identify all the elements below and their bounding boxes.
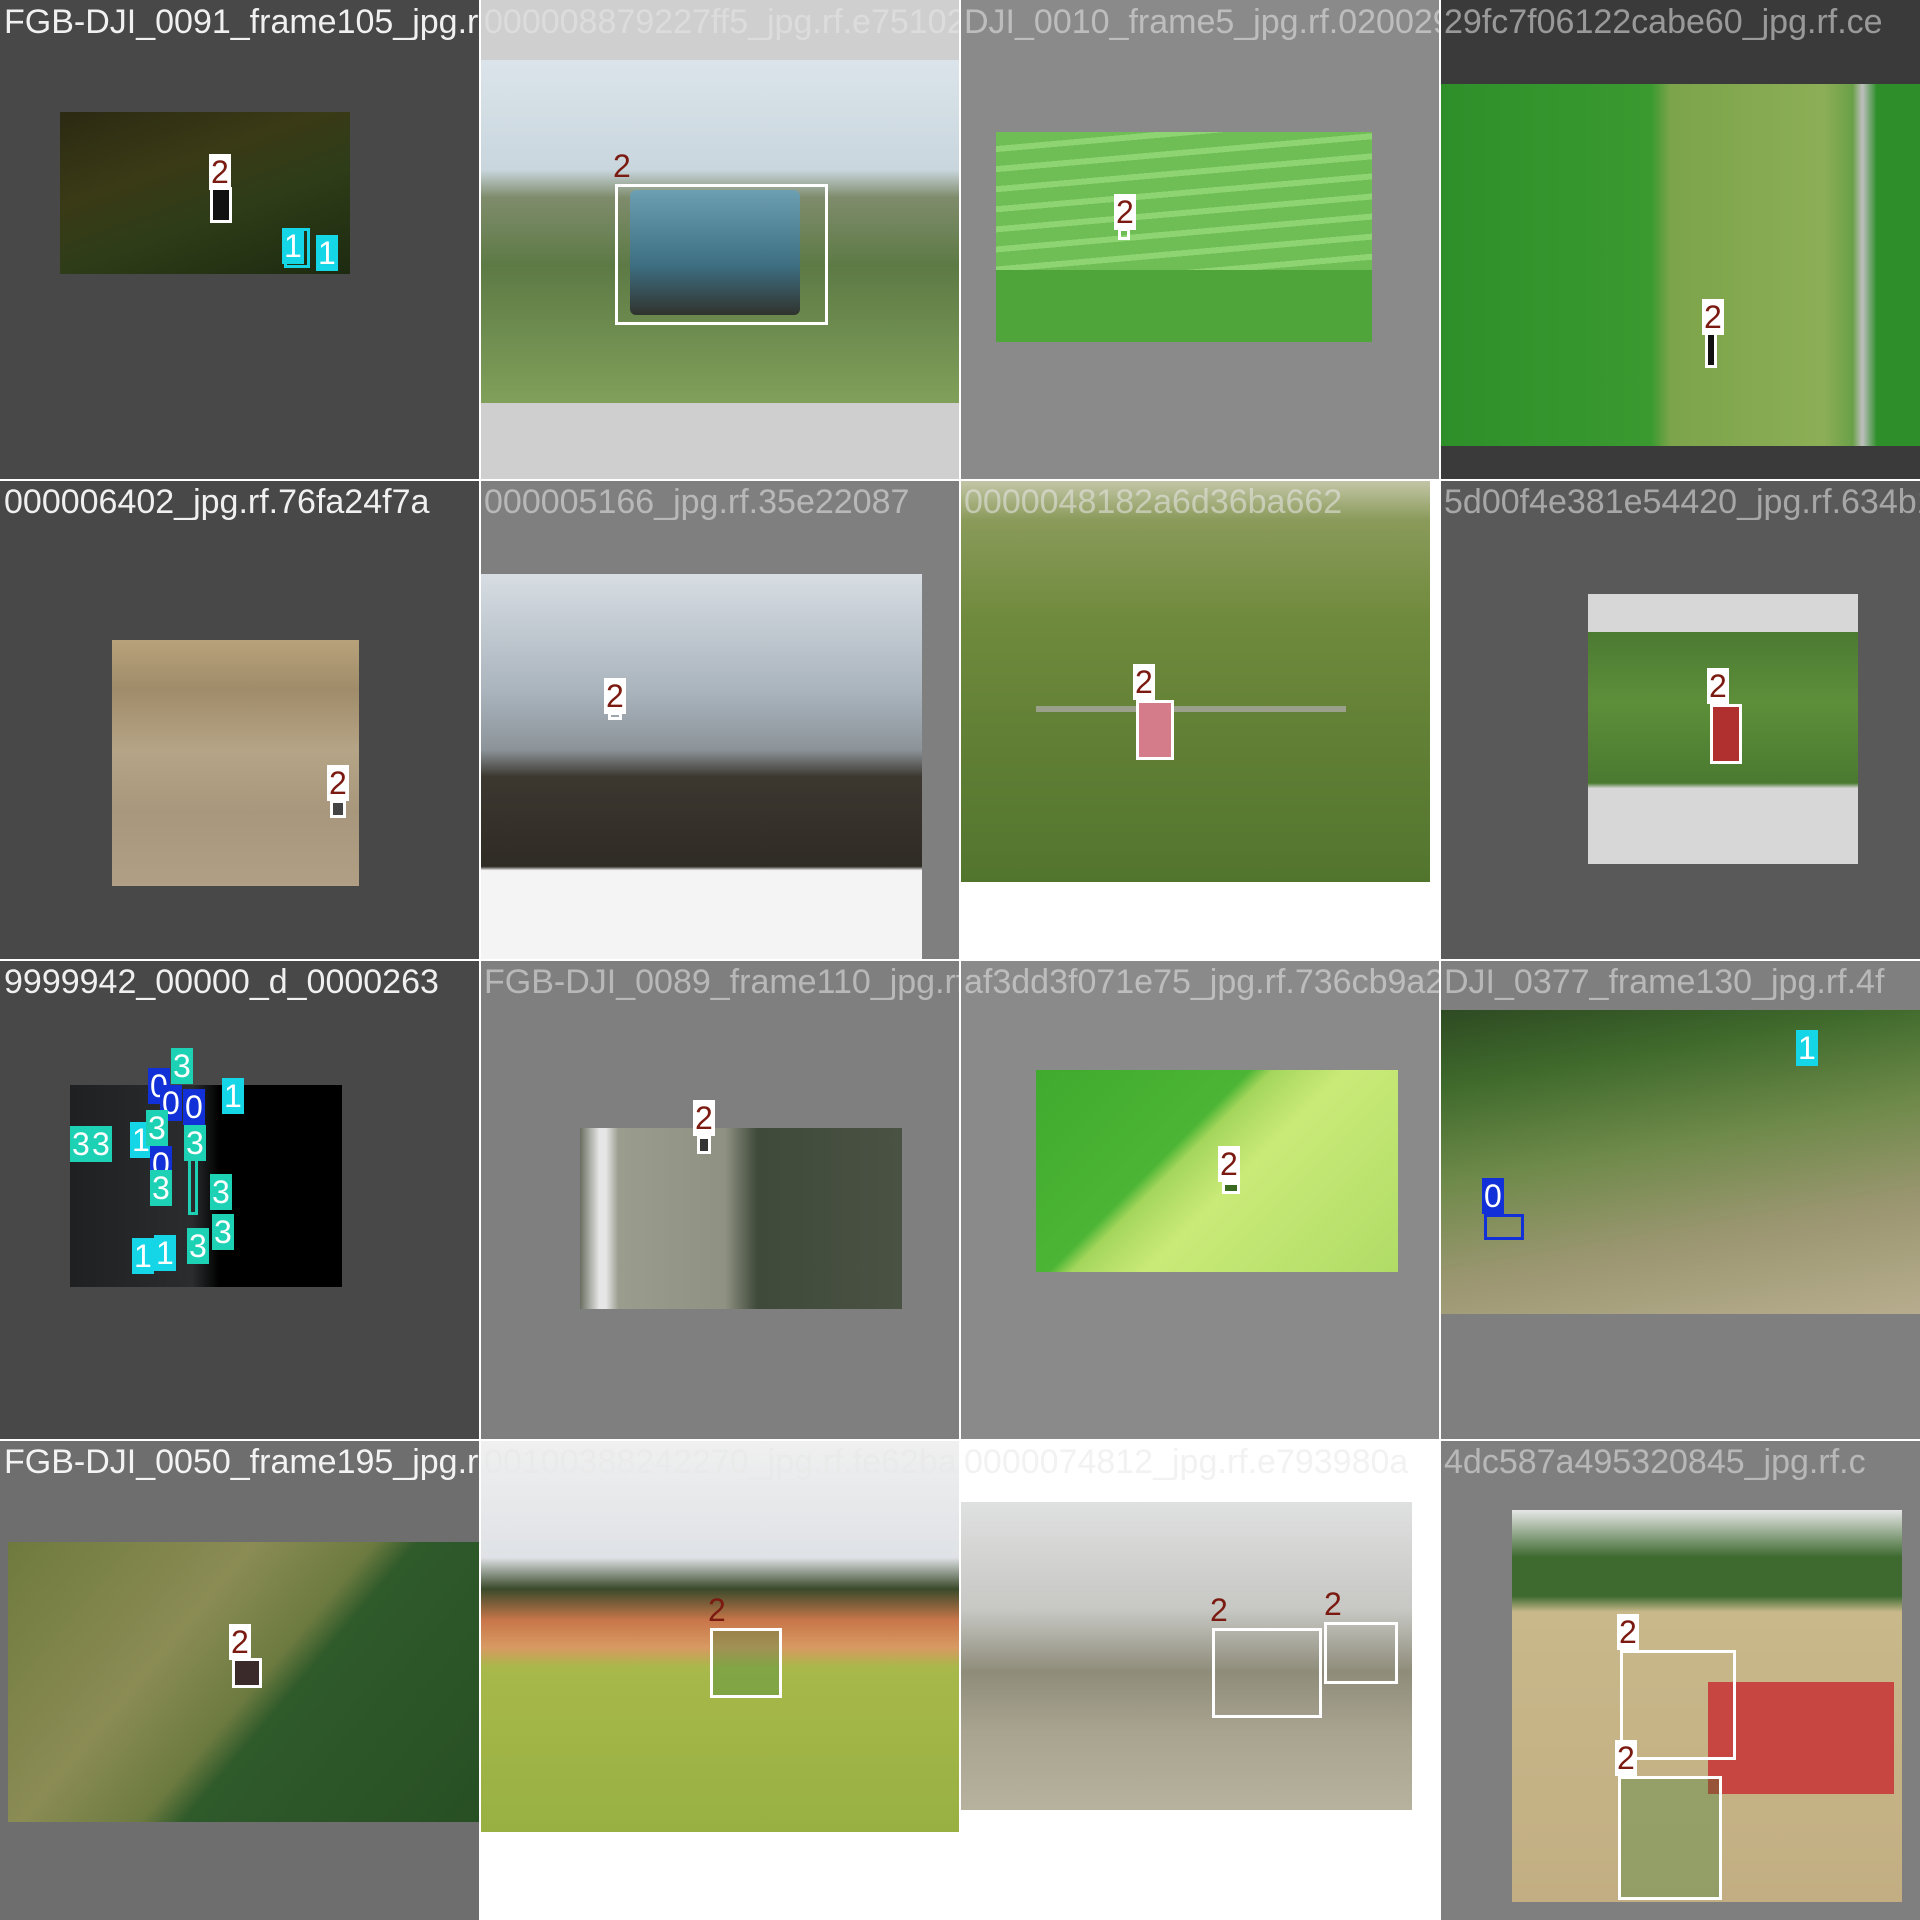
detection-label: 3 — [187, 1228, 209, 1264]
mosaic-tile-15: 2 2 0000074812_jpg.rf.e793980a — [960, 1440, 1440, 1920]
detection-label: 2 — [229, 1624, 251, 1660]
tile-filename: FGB-DJI_0091_frame105_jpg.rf.e7510292d73… — [4, 3, 480, 41]
detection-label: 2 — [613, 148, 631, 184]
bare-soil-field-photo — [112, 640, 359, 886]
mosaic-tile-1: 2 1 1 FGB-DJI_0091_frame105_jpg.rf.e7510… — [0, 0, 480, 480]
detection-label: 1 — [132, 1238, 154, 1274]
detection-label: 3 — [171, 1048, 193, 1084]
tile-filename: 29fc7f06122cabe60_jpg.rf.ce — [1444, 3, 1883, 41]
grid-divider — [0, 959, 1920, 961]
detection-label: 2 — [1615, 1740, 1637, 1776]
detection-label: 2 — [1210, 1592, 1228, 1628]
tile-filename: 9999942_00000_d_0000263 — [4, 963, 439, 1001]
tile-filename: 0000074812_jpg.rf.e793980a — [964, 1443, 1409, 1481]
detection-label: 2 — [209, 154, 231, 190]
mosaic-tile-13: 2 FGB-DJI_0050_frame195_jpg.rf — [0, 1440, 480, 1920]
detection-label: 1 — [1796, 1030, 1818, 1066]
tile-filename: FGB-DJI_0050_frame195_jpg.rf — [4, 1443, 480, 1481]
grid-divider — [0, 479, 1920, 481]
mosaic-tile-8: 2 5d00f4e381e54420_jpg.rf.634b1bce — [1440, 480, 1920, 960]
detection-box — [1620, 1650, 1736, 1760]
detection-label: 2 — [1218, 1146, 1240, 1182]
aerial-green-field-photo — [1036, 1070, 1398, 1272]
detection-box — [615, 184, 828, 325]
mosaic-tile-9: 3 0 0 0 1 3 3 1 3 3 0 3 3 3 1 1 3 999994… — [0, 960, 480, 1440]
detection-box — [697, 1136, 711, 1154]
detection-box — [1618, 1776, 1722, 1900]
detection-label: 2 — [1324, 1586, 1342, 1622]
hillside-vineyard-photo — [1440, 1010, 1920, 1314]
mosaic-tile-12: 1 0 DJI_0377_frame130_jpg.rf.4f — [1440, 960, 1920, 1440]
detection-box — [1324, 1622, 1398, 1684]
detection-box — [1484, 1214, 1524, 1240]
tile-filename: 00100388242270_jpg.rf.fe62ba15f — [484, 1443, 960, 1481]
tile-filename: 000008879227ff5_jpg.rf.e75102924 — [484, 3, 960, 41]
detection-label: 3 — [146, 1110, 168, 1146]
tile-filename: FGB-DJI_0089_frame110_jpg.rf.sd4 — [484, 963, 960, 1001]
detection-box — [1222, 1182, 1240, 1194]
detection-box — [1136, 700, 1174, 760]
detection-label: 3 — [90, 1126, 112, 1162]
field-edge-shape — [996, 270, 1372, 342]
plowed-field-photo — [480, 574, 922, 960]
mosaic-tile-16: 2 2 4dc587a495320845_jpg.rf.c — [1440, 1440, 1920, 1920]
detection-label: 2 — [1133, 664, 1155, 700]
detection-label: 0 — [183, 1089, 205, 1125]
mosaic-tile-3: 2 DJI_0010_frame5_jpg.rf.0200291c7f0612 — [960, 0, 1440, 480]
detection-label: 2 — [327, 765, 349, 801]
detection-box — [1212, 1628, 1322, 1718]
detection-box — [1710, 704, 1742, 764]
mosaic-tile-5: 2 000006402_jpg.rf.76fa24f7a — [0, 480, 480, 960]
detection-label: 3 — [184, 1125, 206, 1161]
tile-filename: 000005166_jpg.rf.35e22087 — [484, 483, 910, 521]
detection-label: 0 — [1482, 1178, 1504, 1214]
tile-filename: 4dc587a495320845_jpg.rf.c — [1444, 1443, 1866, 1481]
detection-label: 1 — [282, 228, 304, 264]
detection-box — [330, 800, 346, 818]
detection-label: 2 — [708, 1592, 726, 1628]
tile-filename: 000006402_jpg.rf.76fa24f7a — [4, 483, 430, 521]
detection-label: 3 — [70, 1126, 92, 1162]
detection-label: 1 — [154, 1235, 176, 1271]
detection-label: 2 — [1617, 1614, 1639, 1650]
detection-box — [710, 1628, 782, 1698]
grid-divider — [0, 1439, 1920, 1441]
detection-label: 2 — [1702, 299, 1724, 335]
aerial-green-field-photo — [1440, 84, 1920, 446]
detection-label: 2 — [1707, 668, 1729, 704]
tile-filename: DJI_0010_frame5_jpg.rf.0200291c7f0612 — [964, 3, 1440, 41]
detection-label: 2 — [604, 678, 626, 714]
sprayer-field-photo — [960, 480, 1430, 882]
detection-box — [1705, 332, 1717, 368]
mosaic-tile-2: 2 000008879227ff5_jpg.rf.e75102924 — [480, 0, 960, 480]
detection-label: 1 — [316, 235, 338, 271]
mosaic-tile-14: 2 00100388242270_jpg.rf.fe62ba15f — [480, 1440, 960, 1920]
detection-label: 2 — [1114, 194, 1136, 230]
detection-box — [210, 187, 232, 223]
mosaic-tile-11: 2 af3dd3f071e75_jpg.rf.736cb9a2f772ba4 — [960, 960, 1440, 1440]
mosaic-tile-4: 2 29fc7f06122cabe60_jpg.rf.ce — [1440, 0, 1920, 480]
tile-filename: DJI_0377_frame130_jpg.rf.4f — [1444, 963, 1885, 1001]
detection-label: 1 — [222, 1078, 244, 1114]
sprayer-boom-shape — [1036, 706, 1346, 712]
detection-label: 3 — [210, 1174, 232, 1210]
detection-label: 2 — [693, 1100, 715, 1136]
aerial-field-road-photo — [580, 1128, 902, 1309]
mosaic-tile-7: 2 0000048182a6d36ba662 — [960, 480, 1440, 960]
tile-filename: 5d00f4e381e54420_jpg.rf.634b1bce — [1444, 483, 1920, 521]
tile-filename: 0000048182a6d36ba662 — [964, 483, 1343, 521]
detection-label: 3 — [212, 1214, 234, 1250]
detection-label: 3 — [150, 1170, 172, 1206]
detection-box — [188, 1155, 198, 1215]
mosaic-tile-6: 2 000005166_jpg.rf.35e22087 — [480, 480, 960, 960]
mosaic-tile-10: 2 FGB-DJI_0089_frame110_jpg.rf.sd4 — [480, 960, 960, 1440]
detection-box — [232, 1658, 262, 1688]
tile-filename: af3dd3f071e75_jpg.rf.736cb9a2f772ba4 — [964, 963, 1440, 1001]
